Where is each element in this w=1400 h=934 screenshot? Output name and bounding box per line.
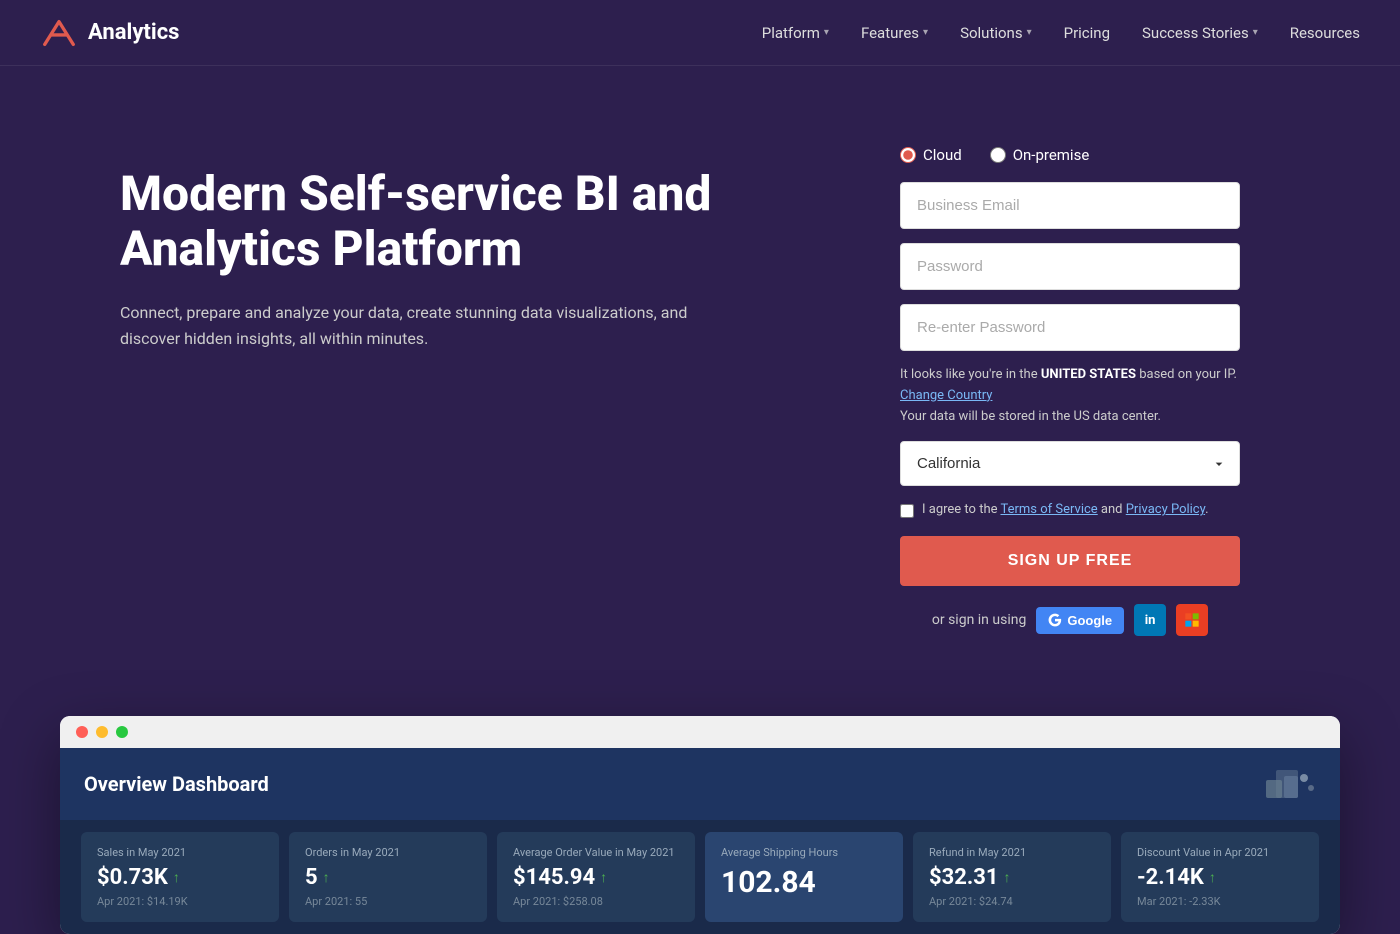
browser-bar <box>60 716 1340 748</box>
dashboard-inner: Overview Dashboard Sales in May 2021 $0.… <box>60 748 1340 934</box>
terms-row: I agree to the Terms of Service and Priv… <box>900 502 1240 518</box>
dashboard-decoration-icon <box>1216 766 1316 802</box>
deployment-radio-group: Cloud On-premise <box>900 146 1240 164</box>
nav-resources[interactable]: Resources <box>1290 24 1360 42</box>
terms-link[interactable]: Terms of Service <box>1000 502 1097 517</box>
kpi-card-shipping: Average Shipping Hours 102.84 <box>705 832 903 922</box>
office-icon <box>1184 612 1200 628</box>
cloud-radio[interactable] <box>900 147 916 163</box>
dashboard-icon-group <box>1216 766 1316 802</box>
google-icon <box>1048 613 1062 627</box>
privacy-link[interactable]: Privacy Policy <box>1126 502 1205 517</box>
chevron-down-icon: ▾ <box>923 27 928 38</box>
kpi-card-orders: Orders in May 2021 5 ↑ Apr 2021: 55 <box>289 832 487 922</box>
logo-icon <box>40 14 78 52</box>
hero-section: Modern Self-service BI and Analytics Pla… <box>0 66 1400 696</box>
kpi-card-avg-order: Average Order Value in May 2021 $145.94 … <box>497 832 695 922</box>
dashboard-preview: Overview Dashboard Sales in May 2021 $0.… <box>60 716 1340 934</box>
email-field[interactable] <box>900 182 1240 229</box>
nav-platform[interactable]: Platform ▾ <box>762 24 829 42</box>
office-signin-button[interactable] <box>1176 604 1208 636</box>
chevron-down-icon: ▾ <box>1253 27 1258 38</box>
logo-text: Analytics <box>88 20 179 45</box>
nav-pricing[interactable]: Pricing <box>1064 24 1110 42</box>
navbar: Analytics Platform ▾ Features ▾ Solution… <box>0 0 1400 66</box>
dashboard-title: Overview Dashboard <box>84 772 269 796</box>
logo[interactable]: Analytics <box>40 14 179 52</box>
chevron-down-icon: ▾ <box>824 27 829 38</box>
browser-dot-yellow <box>96 726 108 738</box>
browser-dot-red <box>76 726 88 738</box>
onpremise-option[interactable]: On-premise <box>990 146 1090 164</box>
nav-links: Platform ▾ Features ▾ Solutions ▾ Pricin… <box>762 24 1360 42</box>
hero-title: Modern Self-service BI and Analytics Pla… <box>120 166 820 276</box>
hero-left: Modern Self-service BI and Analytics Pla… <box>120 146 820 352</box>
signup-button[interactable]: SIGN UP FREE <box>900 536 1240 586</box>
terms-checkbox[interactable] <box>900 504 914 518</box>
chevron-down-icon: ▾ <box>1027 27 1032 38</box>
kpi-card-discount: Discount Value in Apr 2021 -2.14K ↑ Mar … <box>1121 832 1319 922</box>
browser-dot-green <box>116 726 128 738</box>
nav-success-stories[interactable]: Success Stories ▾ <box>1142 24 1258 42</box>
onpremise-radio[interactable] <box>990 147 1006 163</box>
kpi-card-refund: Refund in May 2021 $32.31 ↑ Apr 2021: $2… <box>913 832 1111 922</box>
linkedin-signin-button[interactable]: in <box>1134 604 1166 636</box>
cloud-option[interactable]: Cloud <box>900 146 962 164</box>
reenter-password-field[interactable] <box>900 304 1240 351</box>
password-field[interactable] <box>900 243 1240 290</box>
social-login: or sign in using Google in <box>900 604 1240 636</box>
hero-subtitle: Connect, prepare and analyze your data, … <box>120 300 700 351</box>
change-country-link[interactable]: Change Country <box>900 388 992 403</box>
nav-features[interactable]: Features ▾ <box>861 24 928 42</box>
google-signin-button[interactable]: Google <box>1036 607 1124 634</box>
kpi-card-sales: Sales in May 2021 $0.73K ↑ Apr 2021: $14… <box>81 832 279 922</box>
kpi-row: Sales in May 2021 $0.73K ↑ Apr 2021: $14… <box>60 820 1340 934</box>
state-select[interactable]: California Texas New York Florida Washin… <box>900 441 1240 486</box>
nav-solutions[interactable]: Solutions ▾ <box>960 24 1032 42</box>
signup-form: Cloud On-premise It looks like you're in… <box>900 146 1240 636</box>
location-notice: It looks like you're in the UNITED STATE… <box>900 365 1240 427</box>
dashboard-header: Overview Dashboard <box>60 748 1340 820</box>
